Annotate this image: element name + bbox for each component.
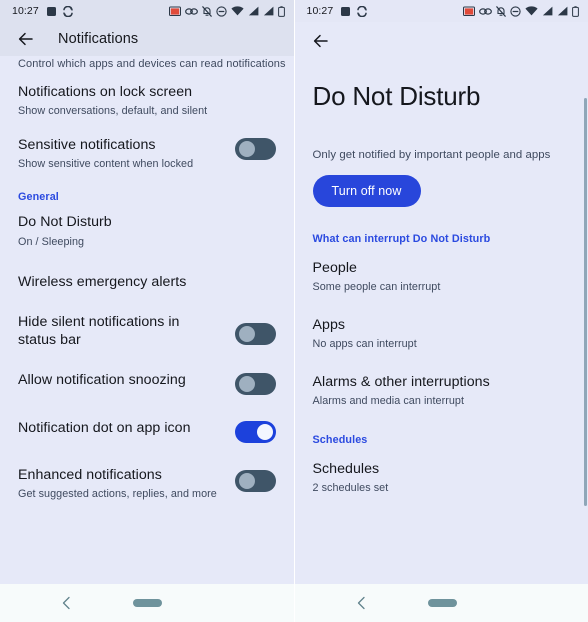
list-item-title: People — [312, 259, 357, 276]
status-bar-left-icons — [340, 5, 368, 17]
list-item-title: Schedules — [312, 461, 380, 478]
list-item[interactable]: Schedules 2 schedules set — [313, 446, 571, 495]
section-header-schedules: Schedules — [312, 434, 368, 447]
left-toolbar: Notifications — [0, 22, 294, 56]
list-item-subtitle: Get suggested actions, replies, and more — [18, 488, 217, 501]
right-phone-screen: 10:27 Do Not Disturb Only get notified b… — [294, 0, 588, 622]
right-toolbar — [294, 22, 588, 60]
link-icon — [479, 7, 492, 15]
left-scroll-content[interactable]: Control which apps and devices can read … — [0, 56, 294, 584]
back-arrow-icon[interactable] — [16, 29, 36, 49]
battery-icon — [277, 5, 285, 17]
signal-icon — [542, 6, 553, 16]
cast-icon — [168, 6, 181, 16]
list-item-title: Allow notification snoozing — [18, 372, 186, 389]
list-item[interactable]: Enhanced notifications Get suggested act… — [18, 443, 276, 501]
wifi-icon — [525, 6, 538, 16]
nav-back-icon[interactable] — [355, 596, 369, 610]
dnd-description: Only get notified by important people an… — [312, 148, 551, 161]
list-item-subtitle: On / Sleeping — [18, 235, 85, 248]
signal-icon-2 — [557, 6, 568, 16]
vibrate-off-icon — [496, 5, 506, 17]
sync-arrows-icon — [63, 5, 73, 17]
list-item[interactable]: Notification dot on app icon — [18, 395, 276, 444]
left-phone-screen: 10:27 Notifications Control which apps a… — [0, 0, 295, 622]
list-item[interactable]: Allow notification snoozing — [18, 349, 276, 396]
hide-silent-notifications-toggle[interactable] — [234, 322, 276, 345]
dnd-page-title: Do Not Disturb — [312, 81, 481, 111]
list-item-subtitle: No apps can interrupt — [312, 337, 417, 350]
section-header-interrupt: What can interrupt Do Not Disturb — [312, 232, 491, 245]
partial-list-item-text[interactable]: Control which apps and devices can read … — [18, 56, 286, 70]
page-title: Notifications — [58, 31, 139, 47]
list-item[interactable]: Hide silent notifications in status bar — [18, 291, 276, 349]
right-scroll-content[interactable]: Do Not Disturb Only get notified by impo… — [294, 60, 588, 584]
list-item[interactable]: People Some people can interrupt — [313, 245, 571, 294]
right-navigation-bar — [294, 584, 588, 622]
list-item-title: Apps — [312, 316, 346, 333]
list-item[interactable]: Do Not Disturb On / Sleeping — [18, 203, 276, 248]
list-item-title: Notifications on lock screen — [18, 84, 193, 100]
square-icon — [46, 6, 56, 16]
turn-off-now-button[interactable]: Turn off now — [312, 174, 421, 207]
vibrate-off-icon — [201, 5, 212, 17]
toggle-knob — [256, 424, 273, 441]
list-item-title: Enhanced notifications — [18, 467, 162, 484]
enhanced-notifications-toggle[interactable] — [234, 470, 276, 493]
toggle-knob — [238, 325, 255, 342]
wifi-icon — [230, 6, 244, 16]
sensitive-notifications-toggle[interactable] — [234, 138, 276, 161]
list-item-subtitle: Some people can interrupt — [312, 280, 441, 293]
list-item[interactable]: Notifications on lock screen Show conver… — [18, 70, 276, 118]
signal-icon — [248, 6, 258, 16]
battery-icon — [572, 5, 579, 17]
square-icon — [341, 6, 351, 16]
list-item[interactable]: Wireless emergency alerts — [18, 249, 276, 291]
list-item-subtitle: Show conversations, default, and silent — [18, 105, 208, 118]
nav-back-icon[interactable] — [60, 596, 74, 610]
list-item-subtitle: Show sensitive content when locked — [18, 158, 194, 171]
list-item-title: Notification dot on app icon — [18, 420, 191, 437]
home-handle[interactable] — [133, 599, 162, 607]
section-header-general: General — [18, 191, 59, 204]
notification-dot-toggle[interactable] — [234, 421, 276, 444]
left-navigation-bar — [0, 584, 294, 622]
dual-screenshot-container: 10:27 Notifications Control which apps a… — [0, 0, 588, 622]
sync-arrows-icon — [357, 5, 368, 17]
list-item-title: Wireless emergency alerts — [18, 273, 187, 290]
status-bar-right-icons — [463, 5, 579, 17]
list-item-title: Do Not Disturb — [18, 214, 112, 231]
home-handle[interactable] — [427, 599, 457, 607]
list-item[interactable]: Apps No apps can interrupt — [313, 294, 571, 351]
allow-notification-snoozing-toggle[interactable] — [234, 373, 276, 396]
status-bar-clock: 10:27 — [306, 5, 334, 17]
list-item-title: Alarms & other interruptions — [312, 374, 490, 390]
list-item-subtitle: 2 schedules set — [312, 482, 389, 495]
status-bar-right-icons — [168, 5, 285, 17]
toggle-knob — [238, 473, 255, 490]
toggle-knob — [238, 141, 255, 158]
list-item-title: Sensitive notifications — [18, 137, 156, 154]
list-item[interactable]: Sensitive notifications Show sensitive c… — [18, 118, 276, 171]
cast-icon — [463, 6, 475, 16]
back-arrow-icon[interactable] — [311, 31, 331, 51]
do-not-disturb-icon — [215, 5, 227, 17]
list-item[interactable]: Alarms & other interruptions Alarms and … — [313, 351, 571, 408]
toggle-knob — [238, 376, 255, 393]
status-bar: 10:27 — [0, 0, 294, 22]
status-bar: 10:27 — [294, 0, 588, 22]
list-item-title: Hide silent notifications in status bar — [18, 313, 180, 348]
status-bar-clock: 10:27 — [12, 5, 39, 17]
status-bar-left-icons — [46, 5, 74, 17]
do-not-disturb-icon — [510, 5, 521, 17]
vertical-scrollbar[interactable] — [584, 98, 587, 506]
link-icon — [184, 7, 198, 15]
list-item-subtitle: Alarms and media can interrupt — [312, 395, 465, 408]
signal-icon-2 — [263, 6, 273, 16]
